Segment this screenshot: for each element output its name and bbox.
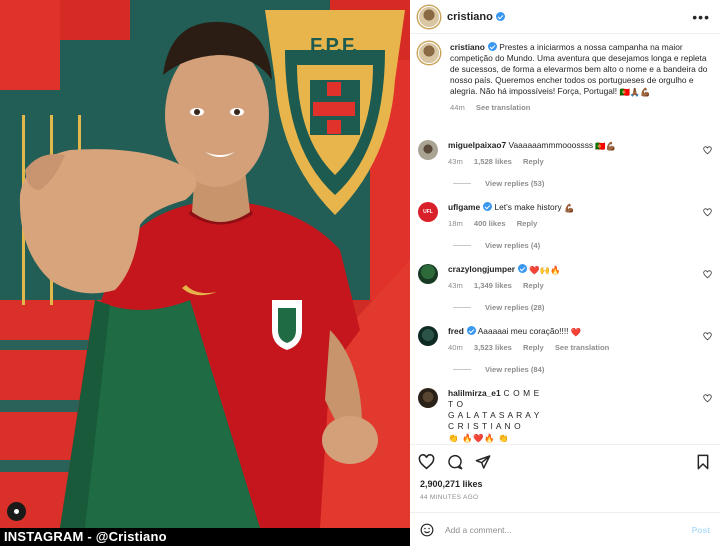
- post-caption: cristiano Prestes a iniciarmos a nossa c…: [418, 42, 712, 113]
- heart-icon[interactable]: [703, 146, 712, 155]
- avatar[interactable]: [418, 5, 440, 28]
- photo-illustration: F.P.F.: [0, 0, 410, 528]
- smiley-icon[interactable]: [420, 523, 434, 537]
- comment-emoji: 🇵🇹💪🏾: [595, 141, 617, 151]
- comment-time[interactable]: 43m: [448, 281, 463, 290]
- view-replies-button[interactable]: View replies (28): [453, 303, 544, 312]
- post-sidebar: cristiano ••• cristiano Prestes a inicia…: [410, 0, 720, 546]
- comment-item: miguelpaixao7 Vaaaaaammmooossss 🇵🇹💪🏾 43m…: [418, 140, 712, 167]
- comment-username[interactable]: miguelpaixao7: [448, 140, 506, 150]
- comment-text: Aaaaaai meu coração!!!!: [477, 326, 569, 336]
- comment-item: UFL uflgame Let's make history 💪🏾 18m 40…: [418, 202, 712, 229]
- verified-icon: [518, 264, 528, 273]
- comment-likes[interactable]: 1,528 likes: [474, 157, 512, 166]
- replies-line: [453, 245, 471, 246]
- avatar[interactable]: UFL: [418, 202, 438, 222]
- avatar[interactable]: [418, 326, 438, 346]
- image-credit: INSTAGRAM - @Cristiano: [0, 528, 410, 546]
- reply-button[interactable]: Reply: [523, 281, 544, 290]
- replies-line: [453, 369, 471, 370]
- comments-list[interactable]: cristiano Prestes a iniciarmos a nossa c…: [410, 34, 720, 444]
- comment-username[interactable]: fred: [448, 326, 464, 336]
- comment-emoji: 💪🏾: [564, 203, 575, 213]
- crest-text: F.P.F.: [310, 35, 357, 57]
- heart-icon[interactable]: [703, 394, 712, 403]
- view-replies-label: View replies (4): [485, 241, 541, 250]
- caption-username[interactable]: cristiano: [450, 42, 485, 52]
- verified-icon: [466, 326, 476, 335]
- caption-emoji: 🇵🇹🙏🏾💪🏾: [619, 87, 651, 97]
- avatar[interactable]: [418, 140, 438, 160]
- replies-line: [453, 307, 471, 308]
- comment-likes[interactable]: 1,349 likes: [474, 281, 512, 290]
- reply-button[interactable]: Reply: [523, 157, 544, 166]
- share-icon[interactable]: [475, 454, 491, 470]
- heart-icon[interactable]: [703, 270, 712, 279]
- comment-username[interactable]: halilmirza_e1: [448, 388, 501, 398]
- verified-icon: [487, 42, 497, 51]
- view-replies-button[interactable]: View replies (84): [453, 365, 544, 374]
- comment-text: Let's make history: [494, 202, 562, 212]
- reply-button[interactable]: Reply: [517, 219, 538, 228]
- replies-line: [453, 183, 471, 184]
- view-replies-label: View replies (28): [485, 303, 545, 312]
- view-replies-label: View replies (84): [485, 365, 545, 374]
- comment-item: crazylongjumper ❤️🙌🔥 43m 1,349 likes Rep…: [418, 264, 712, 291]
- view-replies-label: View replies (53): [485, 179, 545, 188]
- comment-text-line: C O M E: [503, 388, 540, 398]
- likes-count[interactable]: 2,900,271 likes: [420, 479, 483, 489]
- comment-emoji: ❤️🙌🔥: [529, 265, 561, 275]
- comment-likes[interactable]: 400 likes: [474, 219, 506, 228]
- caption-text: Prestes a iniciarmos a nossa campanha na…: [450, 42, 708, 96]
- comment-text-line: C R I S T I A N O: [448, 421, 522, 431]
- avatar[interactable]: [418, 388, 438, 408]
- post-button[interactable]: Post: [692, 525, 710, 535]
- post-timestamp[interactable]: 44 MINUTES AGO: [420, 494, 478, 501]
- audio-toggle-button[interactable]: [7, 502, 26, 521]
- comment-icon[interactable]: [447, 454, 463, 470]
- comment-likes[interactable]: 3,523 likes: [474, 343, 512, 352]
- caption-time[interactable]: 44m: [450, 103, 465, 112]
- comment-text-line: G A L A T A S A R A Y: [448, 410, 540, 420]
- comment-emoji: ❤️: [570, 327, 582, 337]
- see-translation-button[interactable]: See translation: [476, 103, 530, 112]
- comment-time[interactable]: 43m: [448, 157, 463, 166]
- see-translation-button[interactable]: See translation: [555, 343, 609, 352]
- post-header: cristiano •••: [410, 0, 720, 34]
- avatar[interactable]: [418, 264, 438, 284]
- bookmark-icon[interactable]: [696, 454, 710, 470]
- heart-icon[interactable]: [703, 332, 712, 341]
- comment-time[interactable]: 40m: [448, 343, 463, 352]
- add-comment-bar: Add a comment... Post: [410, 512, 720, 546]
- header-username[interactable]: cristiano: [447, 11, 493, 23]
- ellipsis-icon[interactable]: •••: [692, 10, 710, 24]
- avatar-logo-text: UFL: [423, 209, 433, 215]
- reply-button[interactable]: Reply: [523, 343, 544, 352]
- comment-time[interactable]: 18m: [448, 219, 463, 228]
- post-photo[interactable]: F.P.F.: [0, 0, 410, 528]
- verified-icon: [483, 202, 493, 211]
- audio-icon: [14, 509, 19, 514]
- heart-icon[interactable]: [418, 454, 435, 470]
- avatar[interactable]: [418, 42, 440, 64]
- view-replies-button[interactable]: View replies (53): [453, 179, 544, 188]
- comment-item: fred Aaaaaai meu coração!!!! ❤️ 40m 3,52…: [418, 326, 712, 353]
- comment-emoji: 👏 🔥❤️🔥 👏: [448, 433, 509, 443]
- comment-username[interactable]: uflgame: [448, 202, 480, 212]
- verified-icon: [495, 12, 505, 21]
- view-replies-button[interactable]: View replies (4): [453, 241, 540, 250]
- heart-icon[interactable]: [703, 208, 712, 217]
- comment-text: Vaaaaaammmooossss: [508, 140, 594, 150]
- post-actions: 2,900,271 likes 44 MINUTES AGO: [410, 444, 720, 512]
- comment-input[interactable]: Add a comment...: [445, 525, 692, 535]
- comment-username[interactable]: crazylongjumper: [448, 264, 515, 274]
- comment-item: halilmirza_e1 C O M E T O G A L A T A S …: [418, 388, 712, 444]
- comment-text-line: T O: [448, 399, 464, 409]
